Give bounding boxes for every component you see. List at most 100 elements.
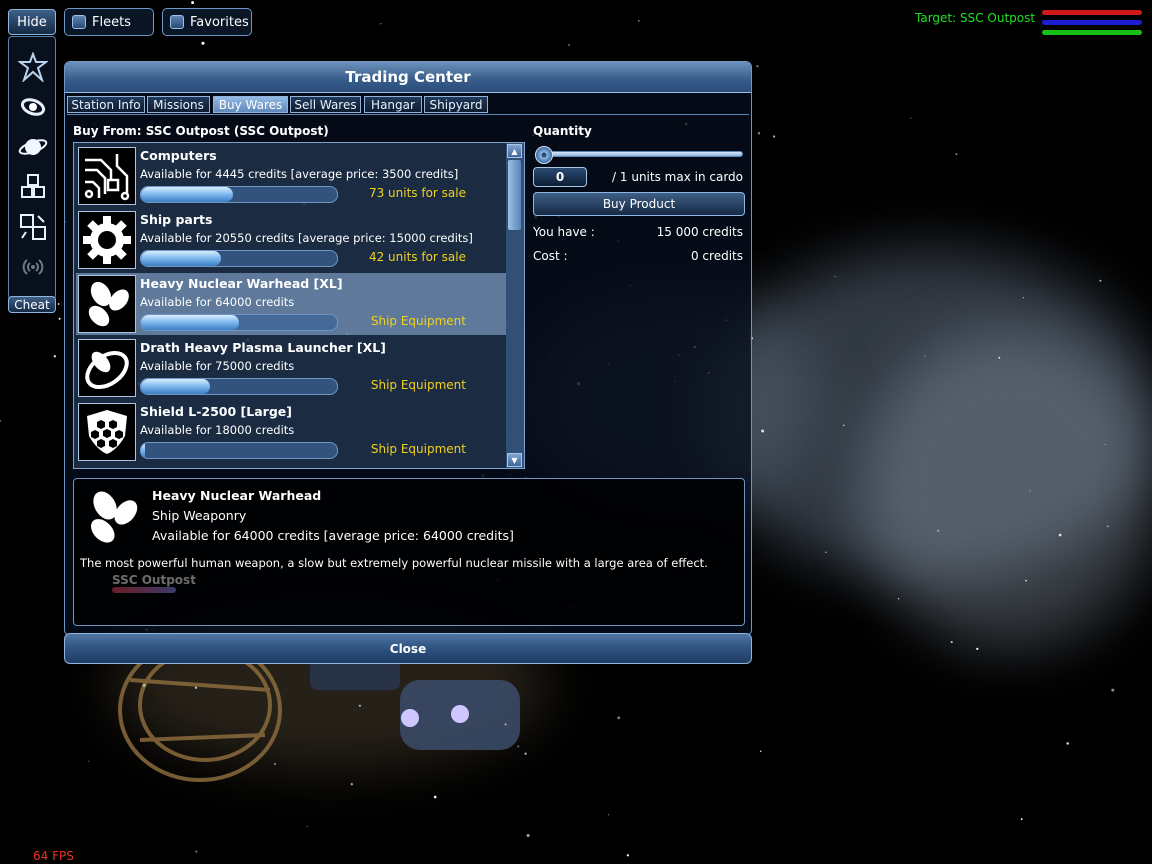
quantity-max-text: / 1 units max in cardo (612, 170, 743, 184)
warhead-icon (78, 275, 136, 333)
star (998, 356, 1001, 359)
star (191, 1, 195, 5)
stock-level-bar (140, 314, 338, 331)
plasma-launcher-icon (78, 339, 136, 397)
star (843, 424, 845, 426)
fleets-toggle[interactable]: Fleets (64, 8, 154, 36)
signal-waves-icon[interactable] (17, 251, 49, 283)
star (1106, 525, 1109, 528)
cheat-button[interactable]: Cheat (8, 296, 56, 313)
you-have-value: 15 000 credits (656, 225, 743, 239)
star (1022, 296, 1025, 299)
ware-price: Available for 18000 credits (140, 423, 295, 437)
star (759, 750, 762, 753)
fps-counter: 64 FPS (33, 849, 74, 863)
warhead-icon (80, 485, 144, 549)
ware-price: Available for 4445 credits [average pric… (140, 167, 459, 181)
star (897, 598, 900, 600)
star (350, 783, 353, 786)
tab-sell-wares[interactable]: Sell Wares (290, 96, 361, 113)
stock-level-bar (140, 378, 338, 395)
star (772, 135, 776, 138)
star (273, 762, 276, 765)
tab-buy-wares[interactable]: Buy Wares (213, 96, 288, 113)
scroll-thumb[interactable] (508, 160, 521, 230)
star (201, 41, 205, 45)
star (937, 529, 940, 532)
detail-price: Available for 64000 credits [average pri… (152, 528, 514, 543)
star (756, 65, 759, 68)
galaxy-map-icon[interactable] (17, 91, 49, 123)
star (195, 850, 198, 853)
star (955, 153, 958, 155)
circuit-board-icon (78, 147, 136, 205)
gear-icon (78, 211, 136, 269)
buy-product-button[interactable]: Buy Product (533, 192, 745, 216)
list-item[interactable]: Ship parts Available for 20550 credits [… (76, 209, 506, 271)
scroll-down-arrow[interactable]: ▼ (507, 453, 522, 467)
star (526, 834, 530, 837)
ware-name: Computers (140, 148, 217, 163)
tab-station-info[interactable]: Station Info (67, 96, 145, 113)
list-item[interactable]: Computers Available for 4445 credits [av… (76, 145, 506, 207)
star (142, 683, 146, 687)
list-item[interactable]: Shield L-2500 [Large] Available for 1800… (76, 401, 506, 463)
list-scrollbar[interactable]: ▲ ▼ (506, 143, 524, 468)
star (1020, 818, 1023, 821)
ware-stock: 42 units for sale (368, 250, 466, 264)
slider-track[interactable] (535, 151, 743, 157)
slider-knob[interactable] (535, 146, 553, 164)
ware-name: Ship parts (140, 212, 213, 227)
close-button[interactable]: Close (64, 633, 752, 664)
tab-missions[interactable]: Missions (147, 96, 210, 113)
favorites-toggle[interactable]: Favorites (162, 8, 252, 36)
detail-category: Ship Weaponry (152, 508, 247, 523)
star (517, 745, 520, 748)
quantity-input[interactable] (533, 167, 587, 187)
planet-icon[interactable] (17, 131, 49, 163)
quantity-slider[interactable] (535, 146, 745, 164)
buy-wares-panel: Buy From: SSC Outpost (SSC Outpost) Comp… (67, 114, 749, 630)
cargo-crates-icon[interactable] (17, 171, 49, 203)
favorites-label: Favorites (190, 14, 249, 30)
star (761, 429, 765, 433)
tab-shipyard[interactable]: Shipyard (424, 96, 488, 113)
ware-stock: Ship Equipment (370, 378, 466, 392)
tab-hangar[interactable]: Hangar (364, 96, 422, 113)
star (194, 686, 198, 689)
buy-from-heading: Buy From: SSC Outpost (SSC Outpost) (73, 124, 329, 138)
list-item[interactable]: Drath Heavy Plasma Launcher [XL] Availab… (76, 337, 506, 399)
favorites-checkbox[interactable] (170, 15, 184, 29)
trade-exchange-icon[interactable] (17, 211, 49, 243)
ware-price: Available for 75000 credits (140, 359, 295, 373)
star (1058, 533, 1062, 537)
hide-button[interactable]: Hide (8, 9, 56, 35)
star (1099, 279, 1102, 282)
energy-bar (1042, 30, 1142, 35)
star (924, 355, 926, 357)
star (306, 825, 308, 827)
stock-level-bar (140, 250, 338, 267)
cost-value: 0 credits (690, 249, 743, 263)
star (1066, 742, 1070, 745)
star (607, 814, 610, 816)
trading-center-window: Trading Center Station Info Missions Buy… (64, 61, 752, 636)
shield-bar (1042, 20, 1142, 25)
fleets-checkbox[interactable] (72, 15, 86, 29)
star (58, 317, 61, 320)
sidebar (8, 36, 56, 300)
ware-name: Shield L-2500 [Large] (140, 404, 292, 419)
scroll-up-arrow[interactable]: ▲ (507, 144, 522, 158)
ware-stock: Ship Equipment (370, 442, 466, 456)
shield-icon (78, 403, 136, 461)
window-title: Trading Center (65, 62, 751, 93)
list-item[interactable]: Heavy Nuclear Warhead [XL] Available for… (76, 273, 506, 335)
star (433, 795, 437, 799)
stock-level-bar (140, 186, 338, 203)
star (1025, 579, 1027, 582)
star (637, 19, 640, 22)
fleet-emblem-icon[interactable] (17, 51, 49, 83)
star (88, 760, 90, 762)
ware-name: Heavy Nuclear Warhead [XL] (140, 276, 343, 291)
target-label: Target: SSC Outpost (915, 11, 1036, 25)
